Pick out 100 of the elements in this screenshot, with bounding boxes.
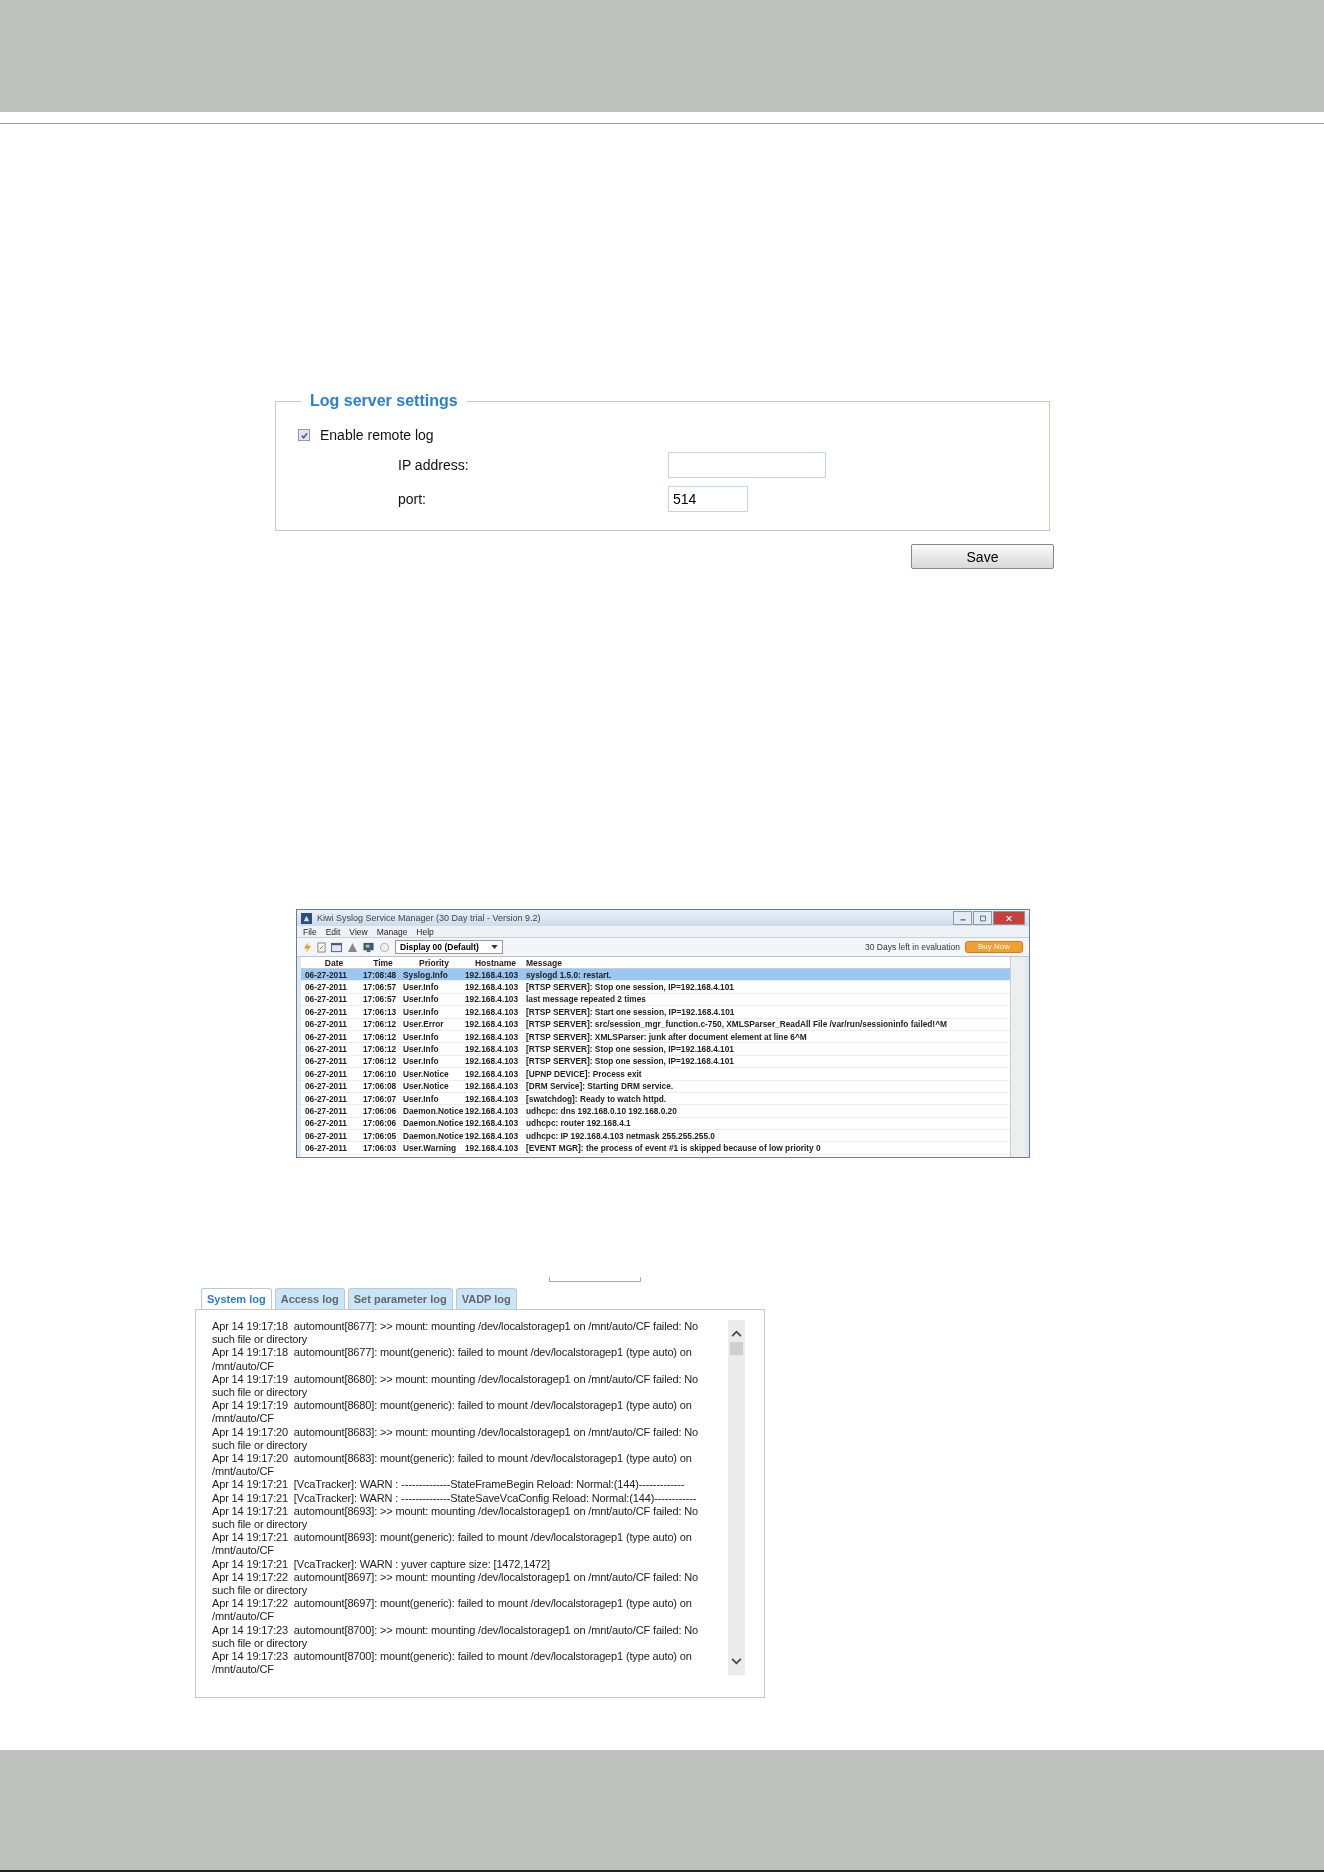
table-cell-text: 06-27-2011 [304,1006,348,1017]
log-row[interactable]: 06-27-2011 17:06:12 User.Info 192.168.4.103 [RTSP SERVER]: Stop one session, IP=192.168.4.101 [301,1055,1010,1069]
log-entry: Apr 14 19:17:19 automount[8680]: >> mount: mounting /dev/localstoragep1 on /mnt/auto/CF failed: No such file or directory [212,1372,699,1400]
log-row[interactable]: 06-27-2011 17:08:48 Syslog.Info 192.168.4.103 syslogd 1.5.0: restart. [301,969,1010,982]
menu-item[interactable]: Manage [376,926,408,937]
log-row[interactable]: 06-27-2011 17:06:05 Daemon.Notice 192.168.4.103 udhcpc: IP 192.168.4.103 netmask 255.255.255.0 [301,1130,1010,1143]
menu-item[interactable]: View [349,926,368,937]
table-cell-text: 192.168.4.103 [465,1019,520,1030]
table-cell-text: User.Info [403,1093,440,1104]
app-icon [301,912,312,924]
table-cell-text: 17:06:57 [363,982,398,993]
table-cell-text: 17:06:03 [363,1143,398,1154]
table-cell-text: 192.168.4.103 [465,969,520,980]
table-cell-text: 17:06:13 [363,1006,398,1017]
log-entry: Apr 14 19:17:23 automount[8700]: mount(generic): failed to mount /dev/localstoragep1 (type auto) on /mnt/auto/CF [212,1650,693,1677]
scroll-up-icon[interactable] [731,1330,742,1337]
caret-icon [490,945,498,949]
log-entry: Apr 14 19:17:23 automount[8700]: >> mount: mounting /dev/localstoragep1 on /mnt/auto/CF failed: No such file or directory [212,1623,699,1651]
table-cell-text: last message repeated 2 times [526,994,647,1005]
table-cell-text: 192.168.4.103 [465,1118,520,1129]
table-cell-text: User.Error [403,1019,445,1030]
log-entry: Apr 14 19:17:18 automount[8677]: mount(generic): failed to mount /dev/localstoragep1 (type auto) on /mnt/auto/CF [212,1346,693,1373]
column-header[interactable]: Time [363,957,403,968]
table-cell-text: 192.168.4.103 [465,1044,520,1055]
log-row[interactable]: 06-27-2011 17:06:12 User.Info 192.168.4.103 [RTSP SERVER]: XMLSParser: junk after document element at line 6^M [301,1030,1010,1044]
tab[interactable]: System log [201,1288,272,1309]
window-icon[interactable] [331,941,342,953]
log-row[interactable]: 06-27-2011 17:06:06 Daemon.Notice 192.168.4.103 udhcpc: dns 192.168.0.10 192.168.0.20 [301,1105,1010,1118]
log-entry: Apr 14 19:17:21 automount[8693]: >> mount: mounting /dev/localstoragep1 on /mnt/auto/CF failed: No such file or directory [212,1504,699,1532]
table-cell-text: User.Info [403,994,440,1005]
column-header[interactable]: Hostname [465,957,526,968]
monitor-icon[interactable] [363,941,374,953]
table-cell-text: User.Info [403,1044,440,1055]
log-entry: Apr 14 19:17:18 automount[8677]: >> mount: mounting /dev/localstoragep1 on /mnt/auto/CF failed: No such file or directory [212,1320,699,1347]
tab[interactable]: Access log [274,1288,345,1309]
log-entry: Apr 14 19:17:21 [VcaTracker]: WARN : --------------StateSaveVcaConfig Reload: Normal:(144)------------ [212,1491,698,1505]
save-button[interactable]: Save [911,544,1054,569]
table-cell-text: User.Notice [403,1081,450,1092]
log-row[interactable]: 06-27-2011 17:06:57 User.Info 192.168.4.103 last message repeated 2 times [301,993,1010,1007]
table-cell-text: User.Warning [403,1143,458,1154]
ip-address-field[interactable] [668,452,826,478]
menu-item[interactable]: File [303,926,317,937]
log-entry: Apr 14 19:17:20 automount[8683]: >> mount: mounting /dev/localstoragep1 on /mnt/auto/CF failed: No such file or directory [212,1425,699,1453]
table-cell-text: 06-27-2011 [304,1081,348,1092]
scroll-down-icon[interactable] [731,1658,742,1665]
table-cell-text: 192.168.4.103 [465,1081,520,1092]
close-button[interactable] [993,911,1025,925]
table-cell-text: 192.168.4.103 [465,1143,520,1154]
log-row[interactable]: 06-27-2011 17:06:08 User.Notice 192.168.4.103 [DRM Service]: Starting DRM service. [301,1080,1010,1093]
scrollbar[interactable] [1010,957,1025,1157]
log-entry: Apr 14 19:17:21 [VcaTracker]: WARN : --------------StateFrameBegin Reload: Normal:(144)------------- [212,1478,686,1492]
log-entry: Apr 14 19:17:21 [VcaTracker]: WARN : yuver capture size: [1472,1472] [212,1557,551,1571]
log-row[interactable]: 06-27-2011 17:06:57 User.Info 192.168.4.103 [RTSP SERVER]: Stop one session, IP=192.168.4.101 [301,981,1010,994]
column-header[interactable]: Date [301,957,363,968]
column-header[interactable]: Message [526,957,1010,968]
circle-icon[interactable] [379,941,390,953]
log-row[interactable]: 06-27-2011 17:06:03 User.Warning 192.168.4.103 [EVENT MGR]: the process of event #1 is skipped because of low priority 0 [301,1142,1010,1155]
log-row[interactable]: 06-27-2011 17:06:10 User.Notice 192.168.4.103 [UPNP DEVICE]: Process exit [301,1068,1010,1081]
window-title: Kiwi Syslog Service Manager (30 Day trial - Version 9.2) [317,913,541,923]
menu-item[interactable]: Help [416,926,434,937]
scrollbar[interactable] [728,1320,745,1675]
table-cell-text: 192.168.4.103 [465,1093,520,1104]
tab[interactable]: Set parameter log [347,1288,453,1309]
scroll-thumb[interactable] [730,1342,743,1355]
table-cell-text: 06-27-2011 [304,1044,348,1055]
warning-icon[interactable] [347,941,358,953]
table-cell-text: 17:06:12 [363,1044,398,1055]
document-icon[interactable] [317,941,326,953]
table-cell-text: [RTSP SERVER]: Start one session, IP=192.168.4.101 [526,1006,736,1017]
log-row[interactable]: 06-27-2011 17:06:07 User.Info 192.168.4.103 [swatchdog]: Ready to watch httpd. [301,1092,1010,1106]
minimize-button[interactable] [953,911,972,925]
log-row[interactable]: 06-27-2011 17:06:13 User.Info 192.168.4.103 [RTSP SERVER]: Start one session, IP=192.168.4.101 [301,1006,1010,1019]
table-cell-text: 06-27-2011 [304,1143,348,1154]
log-row[interactable]: 06-27-2011 17:06:12 User.Error 192.168.4.103 [RTSP SERVER]: src/session_mgr_function.c-750, XMLSParser_ReadAll File /var/run/sessioninfo failed!^M [301,1018,1010,1031]
table-cell-text: 192.168.4.103 [465,1056,520,1067]
table-cell-text: User.Info [403,1006,440,1017]
bolt-icon[interactable] [303,941,312,953]
table-cell-text: [RTSP SERVER]: Stop one session, IP=192.168.4.101 [526,1044,735,1055]
table-cell-text: [RTSP SERVER]: Stop one session, IP=192.168.4.101 [526,982,735,993]
display-dropdown[interactable]: Display 00 (Default) [395,940,503,954]
column-header[interactable]: Priority [403,957,465,968]
table-cell-text: [EVENT MGR]: the process of event #1 is skipped because of low priority 0 [526,1143,822,1154]
table-cell-text: 17:06:10 [363,1068,398,1079]
table-cell-text: 06-27-2011 [304,1031,348,1042]
table-cell-text: User.Info [403,1031,440,1042]
port-field[interactable]: 514 [668,486,748,512]
log-row[interactable]: 06-27-2011 17:06:06 Daemon.Notice 192.168.4.103 udhcpc: router 192.168.4.1 [301,1117,1010,1131]
table-cell-text: User.Notice [403,1068,450,1079]
checkbox[interactable] [298,429,310,441]
table-cell-text: 192.168.4.103 [465,1031,520,1042]
log-row[interactable]: 06-27-2011 17:06:12 User.Info 192.168.4.103 [RTSP SERVER]: Stop one session, IP=192.168.4.101 [301,1043,1010,1056]
maximize-icon [978,914,987,922]
panel-title: Log server settings [309,392,459,410]
tab[interactable]: VADP log [455,1288,517,1309]
table-cell-text: udhcpc: IP 192.168.4.103 netmask 255.255.255.0 [526,1130,716,1141]
table-cell-text: 192.168.4.103 [465,994,520,1005]
maximize-button[interactable] [973,911,992,925]
table-cell-text: 06-27-2011 [304,1056,348,1067]
menu-item[interactable]: Edit [325,926,341,937]
table-cell-text: 17:06:07 [363,1093,398,1104]
